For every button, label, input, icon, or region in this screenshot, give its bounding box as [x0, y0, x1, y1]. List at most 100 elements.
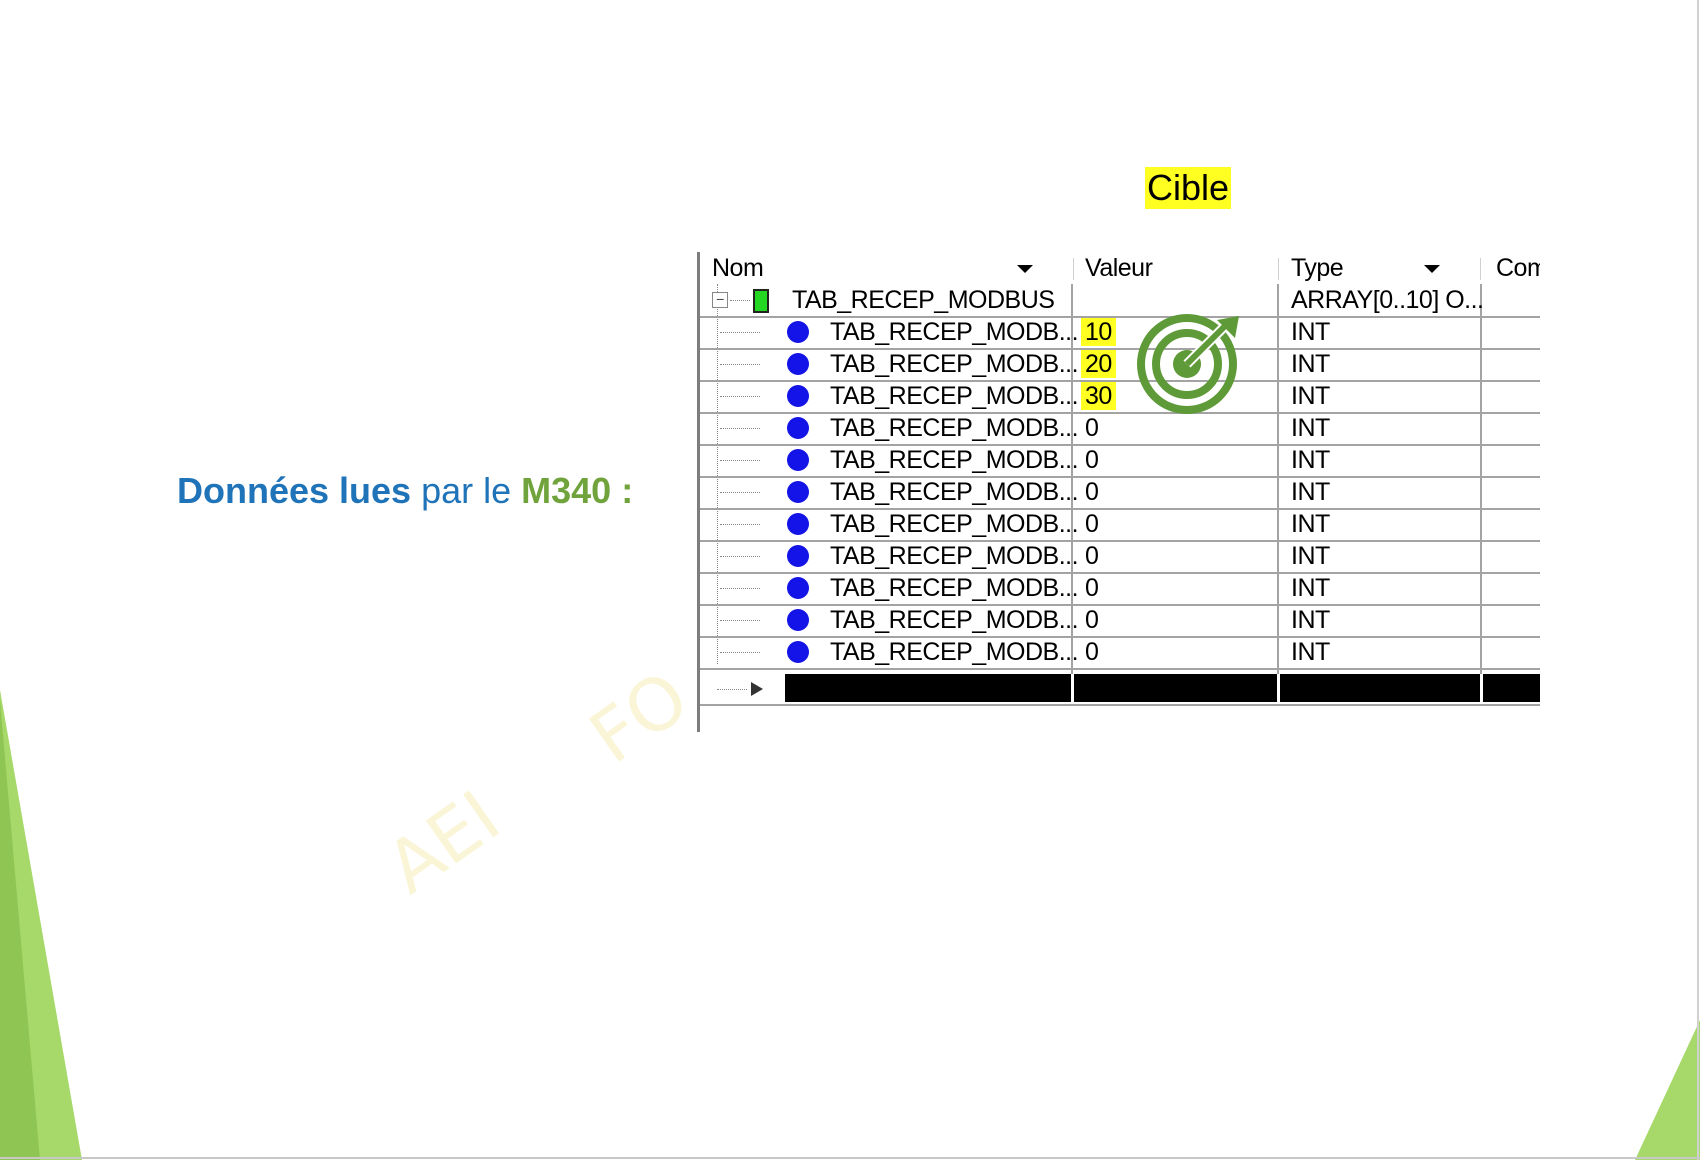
- row-value[interactable]: 0: [1085, 540, 1099, 572]
- column-header-type[interactable]: Type: [1291, 252, 1344, 284]
- new-row-comment-cell[interactable]: [1483, 674, 1540, 702]
- table-row[interactable]: TAB_RECEP_MODB... 10 INT: [700, 316, 1540, 350]
- dropdown-arrow-icon[interactable]: [1424, 265, 1440, 273]
- new-row-type-cell[interactable]: [1280, 674, 1480, 702]
- right-green-triangle: [1635, 1020, 1700, 1160]
- row-value[interactable]: 10: [1081, 316, 1116, 348]
- tree-line: [730, 300, 750, 301]
- tree-line: [720, 556, 760, 557]
- table-row[interactable]: TAB_RECEP_MODB... 0 INT: [700, 636, 1540, 670]
- row-value-text: 0: [1085, 606, 1099, 634]
- variable-dot-icon: [787, 481, 809, 503]
- variable-dot-icon: [787, 641, 809, 663]
- header-separator: [1480, 258, 1481, 280]
- column-header-comment[interactable]: Comi: [1496, 252, 1540, 284]
- variable-dot-icon: [787, 321, 809, 343]
- row-name: TAB_RECEP_MODB...: [830, 638, 1079, 666]
- cible-label: Cible: [1145, 167, 1232, 209]
- row-type: INT: [1291, 478, 1330, 506]
- row-value-text: 0: [1085, 478, 1099, 506]
- row-value-text: 10: [1081, 318, 1116, 346]
- table-row[interactable]: TAB_RECEP_MODB... 30 INT: [700, 380, 1540, 414]
- row-value[interactable]: 20: [1081, 348, 1116, 380]
- variable-dot-icon: [787, 545, 809, 567]
- table-row-parent[interactable]: − TAB_RECEP_MODBUS ARRAY[0..10] O...: [700, 284, 1540, 318]
- tree-line: [720, 460, 760, 461]
- table-row[interactable]: TAB_RECEP_MODB... 0 INT: [700, 508, 1540, 542]
- variable-dot-icon: [787, 417, 809, 439]
- table-bottom-line: [700, 704, 1540, 706]
- tree-line: [720, 396, 760, 397]
- row-value-text: 0: [1085, 510, 1099, 538]
- new-row-name-cell[interactable]: [785, 674, 1071, 702]
- row-value[interactable]: 0: [1085, 476, 1099, 508]
- slide-heading: Données lues par le M340 :: [177, 470, 633, 512]
- new-row-arrow-icon[interactable]: [751, 682, 763, 696]
- row-value-text: 30: [1081, 382, 1116, 410]
- column-header-nom[interactable]: Nom: [712, 252, 764, 284]
- row-name: TAB_RECEP_MODB...: [830, 318, 1079, 346]
- row-name: TAB_RECEP_MODBUS: [792, 286, 1055, 314]
- row-value[interactable]: 0: [1085, 508, 1099, 540]
- variable-dot-icon: [787, 609, 809, 631]
- row-type: INT: [1291, 638, 1330, 666]
- row-value-text: 0: [1085, 542, 1099, 570]
- row-type: ARRAY[0..10] O...: [1291, 286, 1484, 314]
- row-value[interactable]: 30: [1081, 380, 1116, 412]
- variable-table: Nom Valeur Type Comi − TAB_RECEP_MODBUS …: [697, 252, 1540, 732]
- tree-line: [720, 364, 760, 365]
- collapse-icon[interactable]: −: [712, 292, 728, 308]
- row-value-text: 20: [1081, 350, 1116, 378]
- row-value-text: 0: [1085, 446, 1099, 474]
- tree-line: [717, 689, 747, 690]
- tree-line: [720, 588, 760, 589]
- table-row[interactable]: TAB_RECEP_MODB... 0 INT: [700, 572, 1540, 606]
- row-type: INT: [1291, 606, 1330, 634]
- row-value-text: 0: [1085, 638, 1099, 666]
- row-name: TAB_RECEP_MODB...: [830, 606, 1079, 634]
- row-value[interactable]: 0: [1085, 444, 1099, 476]
- variable-dot-icon: [787, 513, 809, 535]
- row-type: INT: [1291, 414, 1330, 442]
- tree-line: [720, 332, 760, 333]
- table-row[interactable]: TAB_RECEP_MODB... 0 INT: [700, 444, 1540, 478]
- tree-line: [720, 524, 760, 525]
- tree-line: [720, 620, 760, 621]
- table-row[interactable]: TAB_RECEP_MODB... 0 INT: [700, 604, 1540, 638]
- row-type: INT: [1291, 542, 1330, 570]
- row-name: TAB_RECEP_MODB...: [830, 350, 1079, 378]
- row-name: TAB_RECEP_MODB...: [830, 414, 1079, 442]
- heading-part1: Données lues: [177, 470, 412, 511]
- header-separator: [1073, 258, 1074, 280]
- table-header: Nom Valeur Type Comi: [700, 252, 1540, 284]
- row-name: TAB_RECEP_MODB...: [830, 478, 1079, 506]
- heading-part2: par le: [411, 470, 522, 511]
- new-row-value-cell[interactable]: [1074, 674, 1277, 702]
- table-row[interactable]: TAB_RECEP_MODB... 0 INT: [700, 476, 1540, 510]
- variable-dot-icon: [787, 353, 809, 375]
- row-type: INT: [1291, 350, 1330, 378]
- row-name: TAB_RECEP_MODB...: [830, 446, 1079, 474]
- row-name: TAB_RECEP_MODB...: [830, 542, 1079, 570]
- row-name: TAB_RECEP_MODB...: [830, 574, 1079, 602]
- variable-dot-icon: [787, 577, 809, 599]
- variable-dot-icon: [787, 449, 809, 471]
- row-name: TAB_RECEP_MODB...: [830, 382, 1079, 410]
- row-value[interactable]: 0: [1085, 572, 1099, 604]
- row-value[interactable]: 0: [1085, 604, 1099, 636]
- column-header-valeur[interactable]: Valeur: [1085, 252, 1153, 284]
- row-type: INT: [1291, 446, 1330, 474]
- table-row[interactable]: TAB_RECEP_MODB... 0 INT: [700, 540, 1540, 574]
- table-row[interactable]: TAB_RECEP_MODB... 20 INT: [700, 348, 1540, 382]
- row-value[interactable]: 0: [1085, 636, 1099, 668]
- table-row[interactable]: TAB_RECEP_MODB... 0 INT: [700, 412, 1540, 446]
- row-value-text: 0: [1085, 414, 1099, 442]
- target-arrow-icon: [1137, 314, 1239, 414]
- row-type: INT: [1291, 382, 1330, 410]
- row-type: INT: [1291, 510, 1330, 538]
- dropdown-arrow-icon[interactable]: [1017, 265, 1033, 273]
- array-variable-icon: [753, 289, 769, 313]
- header-separator: [1278, 258, 1279, 280]
- row-value[interactable]: 0: [1085, 412, 1099, 444]
- tree-line: [720, 652, 760, 653]
